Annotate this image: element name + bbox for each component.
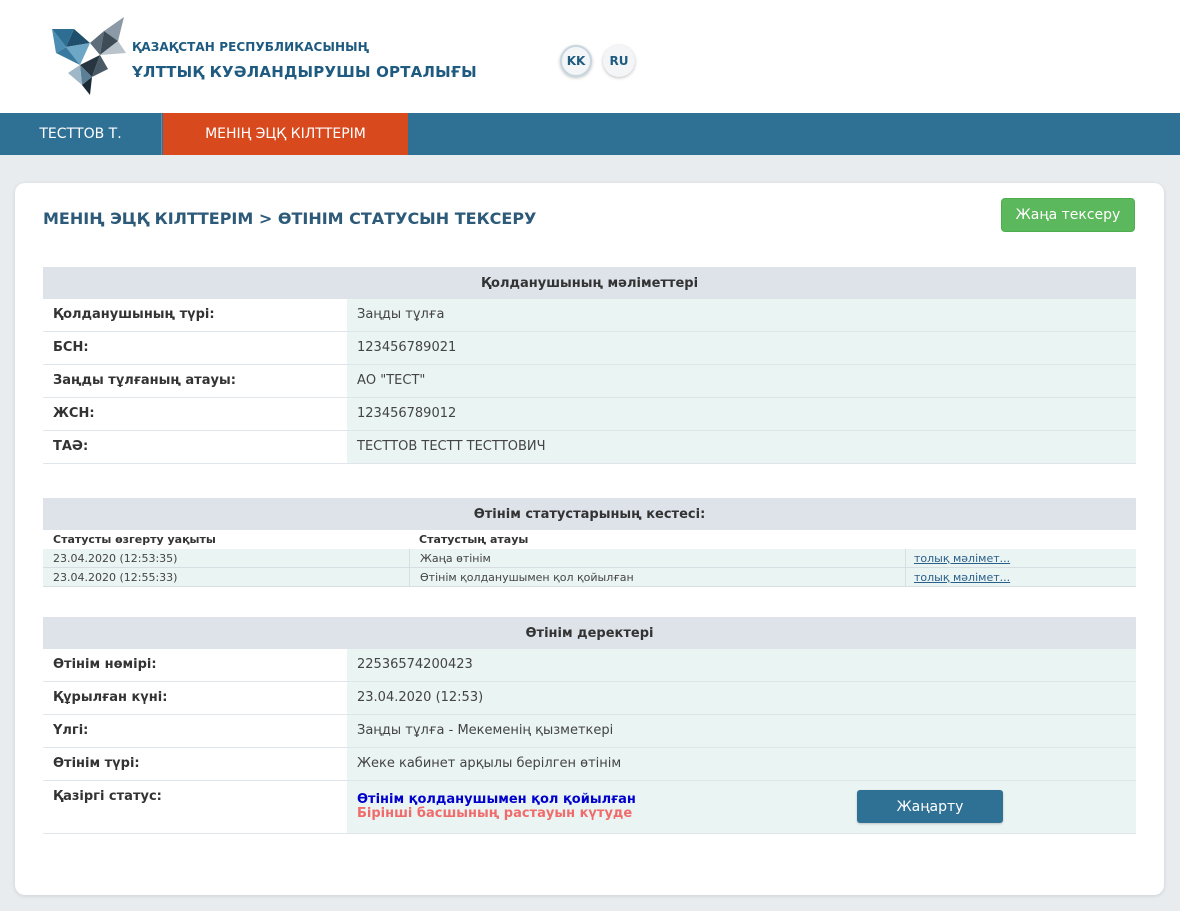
new-check-button[interactable]: Жаңа тексеру (1001, 198, 1135, 232)
user-info-title: Қолданушының мәліметтері (43, 267, 1136, 299)
request-info-table: Өтінім деректері Өтінім нөмірі: 22536574… (43, 617, 1136, 834)
table-row: 23.04.2020 (12:55:33) Өтінім қолданушыме… (43, 568, 1136, 587)
lang-ru-button[interactable]: RU (603, 45, 635, 77)
table-row: Өтінім нөмірі: 22536574200423 (43, 649, 1136, 682)
row-label: ТАӘ: (43, 431, 347, 463)
row-label: Құрылған күні: (43, 682, 347, 714)
row-value: 23.04.2020 (12:53) (347, 682, 1136, 714)
status-time: 23.04.2020 (12:55:33) (53, 570, 178, 584)
current-status-row: Қазіргі статус: Өтінім қолданушымен қол … (43, 781, 1136, 834)
row-value: АО "ТЕСТ" (347, 365, 1136, 397)
status-time: 23.04.2020 (12:53:35) (53, 551, 178, 565)
row-value: Жеке кабинет арқылы берілген өтінім (347, 748, 1136, 780)
table-row: Қолданушының түрі: Заңды тұлға (43, 299, 1136, 332)
breadcrumb: МЕНІҢ ЭЦҚ КІЛТТЕРІМ > ӨТІНІМ СТАТУСЫН ТЕ… (43, 209, 537, 228)
request-info-title: Өтінім деректері (43, 617, 1136, 649)
row-value: ТЕСТТОВ ТЕСТТ ТЕСТТОВИЧ (347, 431, 1136, 463)
table-row: Құрылған күні: 23.04.2020 (12:53) (43, 682, 1136, 715)
row-label: Өтінім нөмірі: (43, 649, 347, 681)
status-header-row: Статусты өзгерту уақыты Статустың атауы (43, 530, 1136, 549)
row-value: Заңды тұлға - Мекеменің қызметкері (347, 715, 1136, 747)
org-name-line1: ҚАЗАҚСТАН РЕСПУБЛИКАСЫНЫҢ (132, 40, 370, 54)
status-history-title: Өтінім статустарының кестесі: (43, 498, 1136, 530)
table-row: ЖСН: 123456789012 (43, 398, 1136, 431)
org-name-line2: ҰЛТТЫҚ КУӘЛАНДЫРУШЫ ОРТАЛЫҒЫ (132, 63, 477, 81)
row-label: ЖСН: (43, 398, 347, 430)
table-row: Үлгі: Заңды тұлға - Мекеменің қызметкері (43, 715, 1136, 748)
table-row: Заңды тұлғаның атауы: АО "ТЕСТ" (43, 365, 1136, 398)
details-link[interactable]: толық мәлімет... (914, 571, 1010, 584)
nav-my-keys[interactable]: МЕНІҢ ЭЦҚ КІЛТТЕРІМ (163, 113, 408, 155)
col-header-name: Статустың атауы (419, 533, 529, 546)
status-history-table: Өтінім статустарының кестесі: Статусты ө… (43, 498, 1136, 587)
table-row: ТАӘ: ТЕСТТОВ ТЕСТТ ТЕСТТОВИЧ (43, 431, 1136, 464)
row-label: Үлгі: (43, 715, 347, 747)
user-info-table: Қолданушының мәліметтері Қолданушының тү… (43, 267, 1136, 464)
table-row: Өтінім түрі: Жеке кабинет арқылы берілге… (43, 748, 1136, 781)
row-value: 123456789012 (347, 398, 1136, 430)
refresh-button[interactable]: Жаңарту (857, 790, 1003, 823)
status-value-cell: Өтінім қолданушымен қол қойылған Бірінші… (347, 781, 1136, 833)
status-main-text: Өтінім қолданушымен қол қойылған (357, 792, 636, 807)
details-link[interactable]: толық мәлімет... (914, 552, 1010, 565)
status-name: Өтінім қолданушымен қол қойылған (409, 568, 905, 586)
status-sub-text: Бірінші басшының растауын күтуде (357, 806, 633, 821)
row-value: 123456789021 (347, 332, 1136, 364)
row-label: Қолданушының түрі: (43, 299, 347, 331)
nav-user[interactable]: ТЕСТТОВ Т. (0, 113, 162, 155)
status-label: Қазіргі статус: (53, 789, 162, 804)
navbar: ТЕСТТОВ Т. МЕНІҢ ЭЦҚ КІЛТТЕРІМ (0, 113, 1180, 155)
content-card: МЕНІҢ ЭЦҚ КІЛТТЕРІМ > ӨТІНІМ СТАТУСЫН ТЕ… (15, 183, 1164, 895)
row-label: БСН: (43, 332, 347, 364)
col-header-link (905, 530, 1136, 549)
row-label: Заңды тұлғаның атауы: (43, 365, 347, 397)
lang-kk-button[interactable]: KK (560, 45, 592, 77)
row-value: 22536574200423 (347, 649, 1136, 681)
header: ҚАЗАҚСТАН РЕСПУБЛИКАСЫНЫҢ ҰЛТТЫҚ КУӘЛАНД… (0, 0, 1180, 113)
row-value: Заңды тұлға (347, 299, 1136, 331)
col-header-time: Статусты өзгерту уақыты (53, 533, 216, 546)
status-name: Жаңа өтінім (409, 549, 905, 567)
row-label: Өтінім түрі: (43, 748, 347, 780)
table-row: БСН: 123456789021 (43, 332, 1136, 365)
table-row: 23.04.2020 (12:53:35) Жаңа өтінім толық … (43, 549, 1136, 568)
logo-icon (52, 17, 126, 95)
